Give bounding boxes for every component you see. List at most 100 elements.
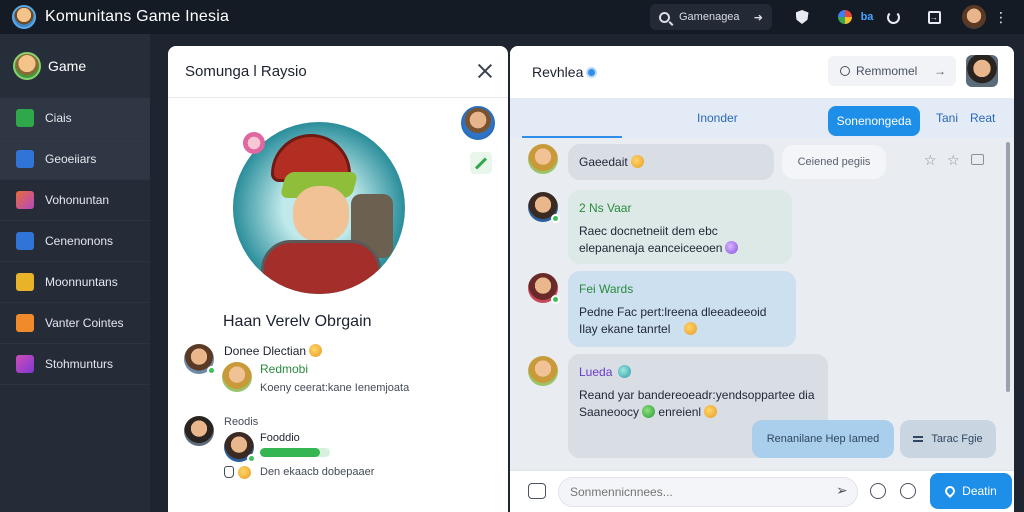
profile-name: Haan Verelv Obrgain: [223, 313, 372, 330]
message-text-content: Ilay ekane tanrtel: [579, 322, 671, 336]
send-label: Deatin: [962, 484, 997, 498]
search-icon: [840, 66, 850, 76]
secondary-action-button[interactable]: Tarac Fgie: [900, 420, 996, 458]
sidebar-item-vanter-cointes[interactable]: Vanter Cointes: [0, 303, 150, 344]
exit-button[interactable]: →: [925, 8, 943, 26]
feed-progress-bar: [260, 448, 330, 457]
primary-action-button[interactable]: Renanilane Hep Iamed: [752, 420, 894, 458]
reply-chip[interactable]: Ceiened pegiis: [782, 145, 886, 179]
emoji-icon[interactable]: [870, 483, 886, 499]
sidebar-header[interactable]: Game: [0, 34, 150, 98]
sidebar-item-label: Vanter Cointes: [45, 316, 124, 330]
tab-sonenongeda[interactable]: Sonenongeda: [828, 106, 920, 136]
message-bubble[interactable]: 2 Ns Vaar Raec docnetneiit dem ebc elepa…: [568, 190, 792, 264]
arrow-right-icon: ➜: [753, 11, 763, 24]
star-icon[interactable]: ☆: [947, 153, 960, 167]
smile-emoji-icon: [684, 322, 698, 335]
message-text: Reand yar bandereoeadr:yendsoppartee dia: [579, 388, 815, 402]
sidebar-header-label: Game: [48, 58, 87, 74]
exit-icon: →: [927, 10, 941, 24]
chat-header: Revhlea Remmomel →: [510, 46, 1014, 98]
sidebar-item-label: Ciais: [45, 111, 72, 125]
sidebar-item-geoeiiars[interactable]: Geoeiiars: [0, 139, 150, 180]
message-avatar: [528, 192, 560, 223]
tab-inonder[interactable]: Inonder: [697, 98, 738, 138]
feed-avatar: [184, 344, 216, 375]
close-icon[interactable]: [476, 62, 494, 80]
more-icon[interactable]: ⋮: [994, 8, 1008, 26]
message-avatar: [528, 356, 558, 386]
sidebar: Game Ciais Geoeiiars Vohonuntan Cenenono…: [0, 34, 150, 512]
message-text: Pedne Fac pert:lreena dleeadeeoid: [579, 305, 767, 319]
top-bar: Komunitans Game Inesia Gamenagea ➜ ba → …: [0, 0, 1024, 34]
badge-button[interactable]: ba: [858, 8, 876, 26]
chat-title: Revhlea: [532, 64, 584, 80]
feed-title: Reodis: [224, 416, 259, 428]
tab-label: Sonenongeda: [836, 114, 912, 128]
online-indicator: [551, 295, 560, 304]
message-bubble[interactable]: Gaeedait: [568, 144, 774, 180]
sticker-icon[interactable]: [900, 483, 916, 499]
feed-item-detail[interactable]: Fooddio: [224, 432, 330, 463]
sidebar-item-cenenonons[interactable]: Cenenonons: [0, 221, 150, 262]
shield-button[interactable]: [793, 8, 811, 26]
send-button[interactable]: Deatin: [930, 473, 1012, 509]
feed-body: Fooddio: [260, 432, 330, 457]
shield-icon: [795, 10, 809, 24]
feed-subtitle: Redmobi: [260, 362, 309, 376]
top-search[interactable]: Gamenagea ➜: [650, 4, 772, 30]
message-input[interactable]: [558, 477, 858, 507]
body-shape: [261, 240, 381, 294]
feed-body: Redmobi Koeny ceerat:kane Ienemjoata: [260, 362, 409, 394]
sidebar-item-moonnuntans[interactable]: Moonnuntans: [0, 262, 150, 303]
chat-user-avatar[interactable]: [966, 55, 998, 87]
online-indicator: [247, 454, 256, 463]
feed-item-detail[interactable]: Redmobi Koeny ceerat:kane Ienemjoata: [222, 362, 409, 394]
message-text-content: Saaneoocy: [579, 405, 640, 419]
badge-text: ba: [860, 11, 874, 23]
feed-text: Koeny ceerat:kane Ienemjoata: [260, 382, 410, 394]
menu-icon: [913, 436, 924, 442]
online-indicator: [551, 214, 560, 223]
gem-button[interactable]: [836, 8, 854, 26]
feed-body: Donee Dlectian: [224, 344, 323, 358]
tab-label: Tani: [936, 111, 959, 125]
folder-icon[interactable]: [971, 154, 984, 165]
feed-avatar: [222, 362, 252, 392]
magic-wand-icon[interactable]: [470, 152, 492, 174]
smile-emoji-icon: [630, 155, 644, 168]
hand-icon: [224, 466, 234, 478]
gem-icon: [838, 10, 852, 24]
profile-header: Somunga l Raysio: [168, 46, 508, 98]
send-arrow-icon[interactable]: ➢: [836, 483, 852, 499]
sidebar-item-vohonuntan[interactable]: Vohonuntan: [0, 180, 150, 221]
friend-avatar[interactable]: [461, 106, 495, 140]
app-logo: [12, 5, 36, 29]
location-icon: [943, 483, 958, 499]
sidebar-item-stohmunturs[interactable]: Stohmunturs: [0, 344, 150, 385]
composer: ➢ Deatin: [510, 470, 1014, 512]
search-icon: [659, 11, 670, 23]
tab-tani[interactable]: Tani: [936, 98, 958, 138]
message-sender: Fei Wards: [579, 282, 634, 296]
primary-action-label: Renanilane Hep Iamed: [766, 433, 880, 445]
message-text-content: enreienl: [658, 405, 702, 419]
online-indicator: [207, 366, 216, 375]
star-icon: [16, 314, 34, 332]
user-avatar[interactable]: [962, 5, 986, 29]
leaf-emoji-icon: [642, 405, 656, 418]
message-sender-row: Lueda: [579, 364, 817, 381]
star-icon[interactable]: ☆: [924, 153, 937, 167]
chat-scrollbar[interactable]: [1006, 142, 1010, 392]
sidebar-item-ciais[interactable]: Ciais: [0, 98, 150, 139]
refresh-button[interactable]: [884, 8, 902, 26]
arrow-right-icon: →: [934, 64, 946, 78]
message-sender: Lueda: [579, 365, 613, 379]
attach-icon[interactable]: [528, 483, 546, 499]
app-icon: [16, 191, 34, 209]
chat-panel: Revhlea Remmomel → Inonder Sonenongeda T…: [510, 46, 1014, 512]
chat-search[interactable]: Remmomel →: [828, 56, 956, 86]
message-bubble[interactable]: Fei Wards Pedne Fac pert:lreena dleeadee…: [568, 271, 796, 347]
tab-reat[interactable]: Reat: [970, 98, 995, 138]
check-icon: [16, 232, 34, 250]
